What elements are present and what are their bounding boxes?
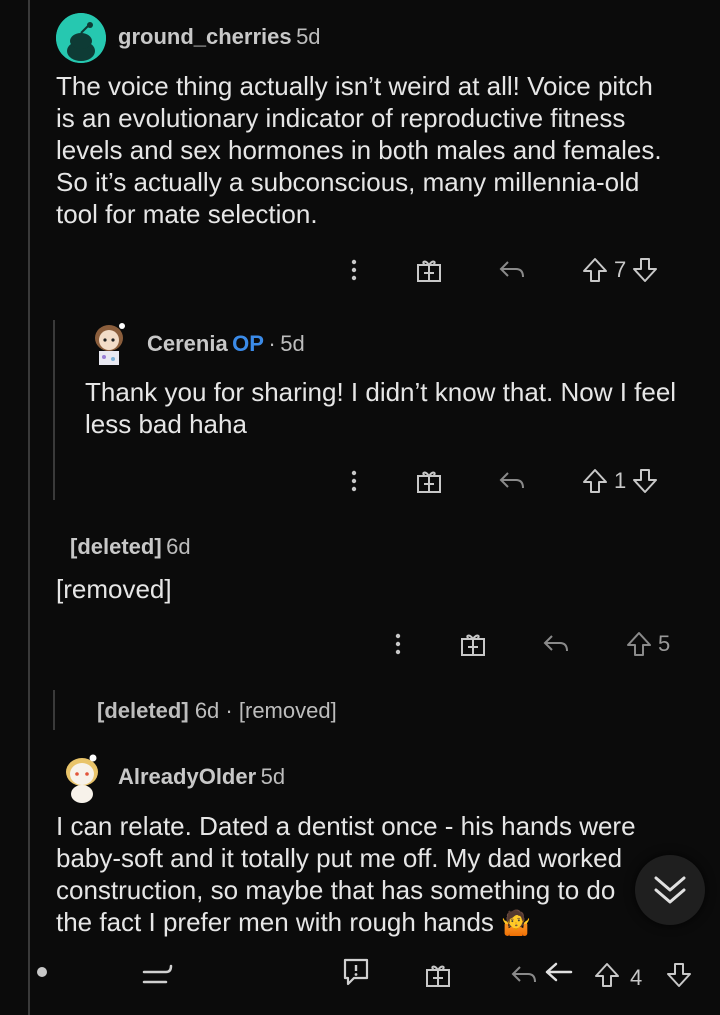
comment-header: AlreadyOlder 5d [118,764,285,790]
comment-line: tool for mate selection. [56,199,318,229]
thread-line-reply[interactable] [53,320,55,500]
downvote-arrow-icon[interactable] [632,257,658,283]
username[interactable]: AlreadyOlder [118,764,256,789]
more-vertical-icon[interactable] [340,469,368,493]
vote-count: 5 [658,631,671,656]
comment-line: construction, so maybe that has somethin… [56,875,616,905]
vote-count: 4 [630,965,643,990]
upvote-arrow-icon[interactable] [582,257,608,283]
comment-icon[interactable] [340,956,372,988]
upvote-arrow-icon[interactable] [626,631,652,657]
collapsed-body: [removed] [238,698,337,723]
comment-age: 5d [296,24,321,49]
comment-line: I can relate. Dated a dentist once - his… [56,811,636,841]
vote-count: 1 [614,468,627,493]
downvote-arrow-icon[interactable] [632,468,658,494]
username: [deleted] [97,698,189,723]
comment-line: Thank you for sharing! I didn’t know tha… [85,377,677,407]
upvote-arrow-icon[interactable] [582,468,608,494]
comment-body: I can relate. Dated a dentist once - his… [56,810,676,940]
username[interactable]: ground_cherries [118,24,292,49]
gift-award-icon[interactable] [460,631,486,657]
back-arrow-icon[interactable] [544,960,574,986]
comment-body: Thank you for sharing! I didn’t know tha… [85,376,710,440]
comment-line: The voice thing actually isn’t weird at … [56,71,653,101]
reply-arrow-icon[interactable] [498,259,526,281]
gift-award-icon[interactable] [416,468,442,494]
avatar-ground-cherries[interactable] [56,13,106,63]
comment-line: the fact I prefer men with rough hands 🤷 [56,906,676,940]
vote-count: 7 [614,257,627,282]
downvote-arrow-icon[interactable] [666,962,692,988]
separator-dot: · [268,331,276,356]
comment-header: Cerenia OP · 5d [147,331,305,357]
comment-age: 5d [280,331,305,356]
comment-body: The voice thing actually isn’t weird at … [56,70,706,230]
comment-body: [removed] [56,573,172,605]
comment-line: So it’s actually a subconscious, many mi… [56,167,640,197]
thread-line-main[interactable] [28,0,30,1015]
comment-line: [removed] [56,574,172,604]
chevron-double-down-icon [652,874,688,906]
comment-line: is an evolutionary indicator of reproduc… [56,103,626,133]
comment-line-text: the fact I prefer men with rough hands [56,907,494,937]
comment-age: 6d [194,698,220,723]
gift-award-icon[interactable] [416,257,442,283]
comment-header: ground_cherries 5d [118,24,321,50]
collapse-thread-icon[interactable] [140,958,174,988]
more-vertical-icon[interactable] [340,258,368,282]
collapsed-comment[interactable]: [deleted] 6d · [removed] [97,698,337,724]
upvote-arrow-icon[interactable] [594,962,620,988]
comment-actions: 5 [384,624,704,664]
avatar-cerenia[interactable] [88,322,130,368]
reply-arrow-icon[interactable] [542,633,570,655]
comment-age: 6d [166,534,191,559]
comment-actions: 1 [340,461,700,501]
reply-arrow-icon[interactable] [498,470,526,492]
comment-actions: 7 [340,250,700,290]
thread-line-deleted-reply[interactable] [53,690,55,730]
reply-arrow-icon[interactable] [510,964,538,986]
username[interactable]: Cerenia [147,331,228,356]
comment-line: less bad haha [85,409,247,439]
separator-dot: · [225,698,233,723]
comment-line: baby-soft and it totally put me off. My … [56,843,623,873]
shrug-emoji: 🤷 [501,910,532,937]
thread-dot [37,967,47,977]
username: [deleted] [70,534,162,559]
gift-award-icon[interactable] [425,962,451,988]
op-badge: OP [232,331,264,356]
more-vertical-icon[interactable] [384,632,412,656]
comment-header: [deleted] 6d [70,534,191,560]
bottom-action-bar: 4 [0,950,720,1005]
comment-line: levels and sex hormones in both males an… [56,135,662,165]
comment-age: 5d [260,764,286,789]
avatar-alreadyolder[interactable] [60,752,104,804]
scroll-down-button[interactable] [635,855,705,925]
